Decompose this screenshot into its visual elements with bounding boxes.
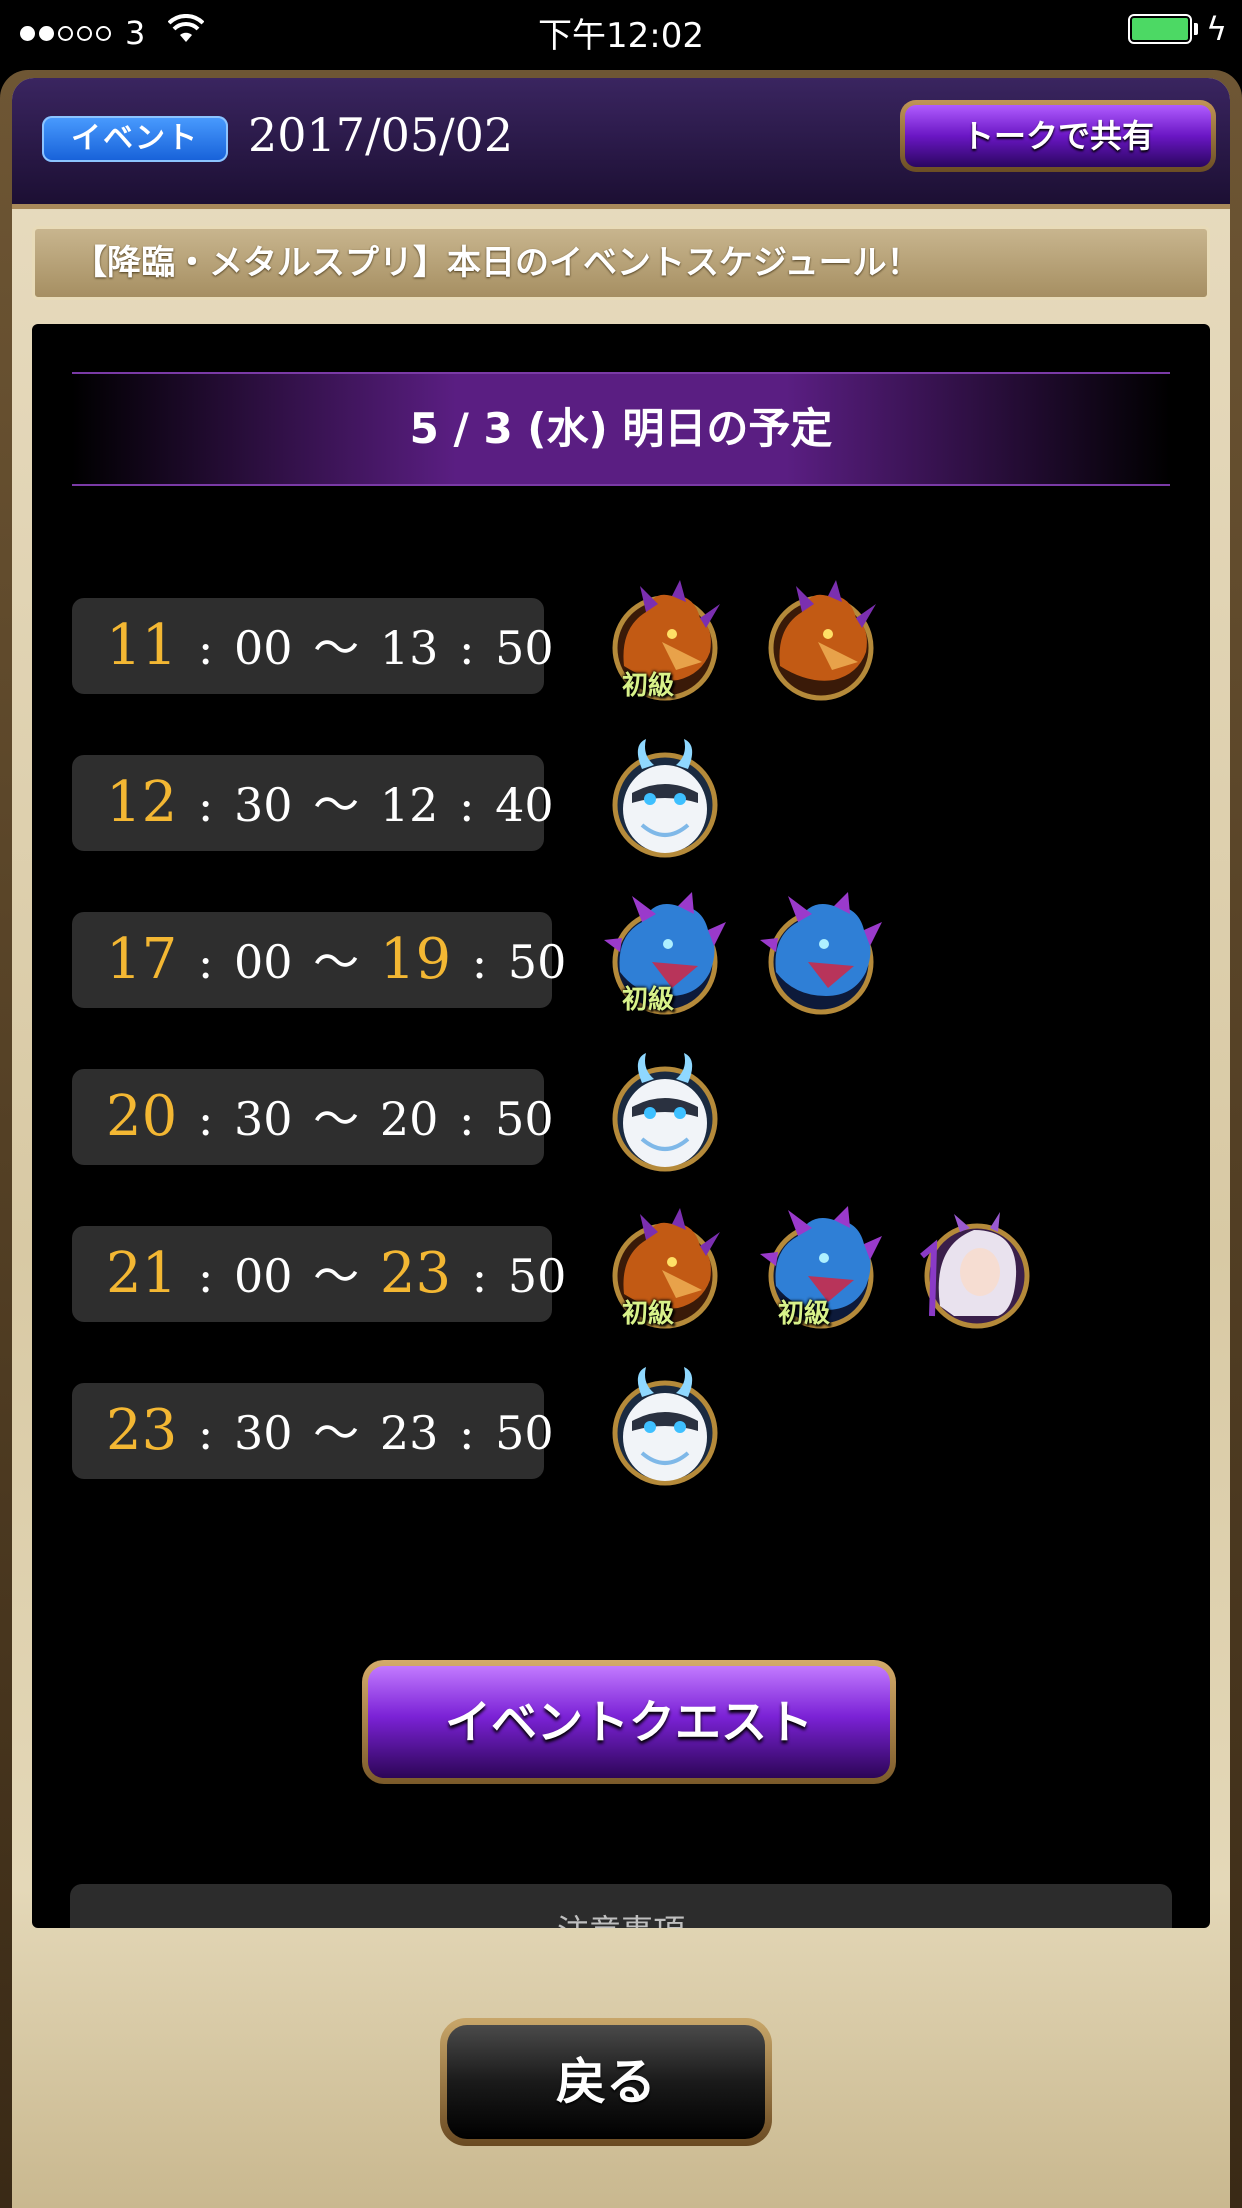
start-hour: 21 (106, 1241, 178, 1306)
time-tilde: ～ (298, 935, 374, 989)
blue-dragon-icon[interactable] (758, 892, 884, 1018)
time-range: 20 : 30 ～ 20 : 50 (72, 1069, 554, 1165)
charging-icon: ϟ (1206, 10, 1228, 48)
time-range: 11 : 00 ～ 13 : 50 (72, 598, 554, 694)
end-minute: 50 (495, 1092, 554, 1146)
start-hour: 17 (106, 927, 178, 992)
difficulty-label: 初級 (622, 1299, 675, 1329)
start-hour: 23 (106, 1398, 178, 1463)
share-talk-button[interactable]: トークで共有 (900, 100, 1216, 172)
quest-icons (602, 735, 728, 861)
start-hour: 12 (106, 770, 178, 835)
notes-section[interactable]: 注意事項 (70, 1884, 1172, 1928)
share-talk-label: トークで共有 (905, 105, 1211, 167)
time-range: 17 : 00 ～ 19 : 50 (72, 912, 566, 1008)
time-tilde: ～ (298, 1406, 374, 1460)
end-minute: 50 (495, 621, 554, 675)
time-colon: : (444, 1092, 490, 1146)
event-panel: イベント 2017/05/02 トークで共有 【降臨・メタルスプリ】本日のイベン… (12, 78, 1230, 2208)
time-colon: : (457, 1249, 502, 1303)
time-tilde: ～ (298, 1092, 374, 1146)
difficulty-label: 初級 (622, 985, 675, 1015)
time-colon: : (183, 1406, 229, 1460)
time-colon: : (183, 1249, 229, 1303)
start-hour: 20 (106, 1084, 178, 1149)
end-hour: 20 (379, 1092, 439, 1146)
time-colon: : (183, 621, 229, 675)
difficulty-label: 初級 (622, 671, 675, 701)
end-hour: 23 (379, 1241, 452, 1306)
time-range: 23 : 30 ～ 23 : 50 (72, 1383, 554, 1479)
quest-icons: 初級 (602, 892, 884, 1018)
end-minute: 40 (495, 778, 554, 832)
start-minute: 30 (234, 778, 293, 832)
schedule-panel: 5 / 3 (水) 明日の予定 11 : 00 ～ 13 : 50 初級 12 … (32, 324, 1210, 1928)
red-dragon-icon[interactable]: 初級 (602, 1206, 728, 1332)
end-hour: 13 (379, 621, 439, 675)
notes-label: 注意事項 (70, 1906, 1172, 1928)
event-quest-label: イベントクエスト (368, 1666, 890, 1778)
start-minute: 00 (234, 1249, 293, 1303)
silver-haired-character-icon[interactable] (914, 1206, 1040, 1332)
battery-tip (1194, 23, 1198, 35)
blue-dragon-icon[interactable]: 初級 (758, 1206, 884, 1332)
battery-icon (1128, 14, 1192, 44)
event-window: イベント 2017/05/02 トークで共有 【降臨・メタルスプリ】本日のイベン… (0, 70, 1242, 2208)
start-minute: 00 (234, 621, 293, 675)
time-colon: : (183, 1092, 229, 1146)
time-colon: : (444, 621, 490, 675)
clock: 下午12:02 (538, 16, 704, 56)
status-bar: 3 下午12:02 ϟ (0, 0, 1242, 64)
schedule-title: 5 / 3 (水) 明日の予定 (72, 372, 1170, 486)
event-quest-button[interactable]: イベントクエスト (362, 1660, 896, 1784)
quest-icons (602, 1363, 728, 1489)
time-tilde: ～ (298, 778, 374, 832)
time-colon: : (457, 935, 502, 989)
time-range: 12 : 30 ～ 12 : 40 (72, 755, 554, 851)
end-minute: 50 (495, 1406, 554, 1460)
time-colon: : (444, 1406, 490, 1460)
time-tilde: ～ (298, 621, 374, 675)
back-button[interactable]: 戻る (440, 2018, 772, 2146)
back-label: 戻る (447, 2025, 765, 2139)
quest-icons: 初級 (602, 578, 884, 704)
time-colon: : (183, 778, 229, 832)
white-owl-icon[interactable] (602, 1049, 728, 1175)
end-minute: 50 (507, 1249, 567, 1303)
white-owl-icon[interactable] (602, 735, 728, 861)
start-minute: 30 (234, 1092, 293, 1146)
time-range: 21 : 00 ～ 23 : 50 (72, 1226, 566, 1322)
end-hour: 23 (379, 1406, 439, 1460)
end-hour: 12 (379, 778, 439, 832)
time-tilde: ～ (298, 1249, 374, 1303)
blue-dragon-icon[interactable]: 初級 (602, 892, 728, 1018)
notice-title: 【降臨・メタルスプリ】本日のイベントスケジュール！ (32, 226, 1210, 300)
header: イベント 2017/05/02 トークで共有 (12, 78, 1230, 209)
red-dragon-icon[interactable]: 初級 (602, 578, 728, 704)
start-minute: 30 (234, 1406, 293, 1460)
end-minute: 50 (507, 935, 567, 989)
start-hour: 11 (106, 613, 178, 678)
red-dragon-icon[interactable] (758, 578, 884, 704)
white-owl-icon[interactable] (602, 1363, 728, 1489)
difficulty-label: 初級 (778, 1299, 831, 1329)
time-colon: : (183, 935, 229, 989)
header-date: 2017/05/02 (248, 108, 514, 162)
start-minute: 00 (234, 935, 293, 989)
time-colon: : (444, 778, 490, 832)
quest-icons: 初級 初級 (602, 1206, 1040, 1332)
event-badge: イベント (42, 116, 228, 162)
quest-icons (602, 1049, 728, 1175)
end-hour: 19 (379, 927, 452, 992)
